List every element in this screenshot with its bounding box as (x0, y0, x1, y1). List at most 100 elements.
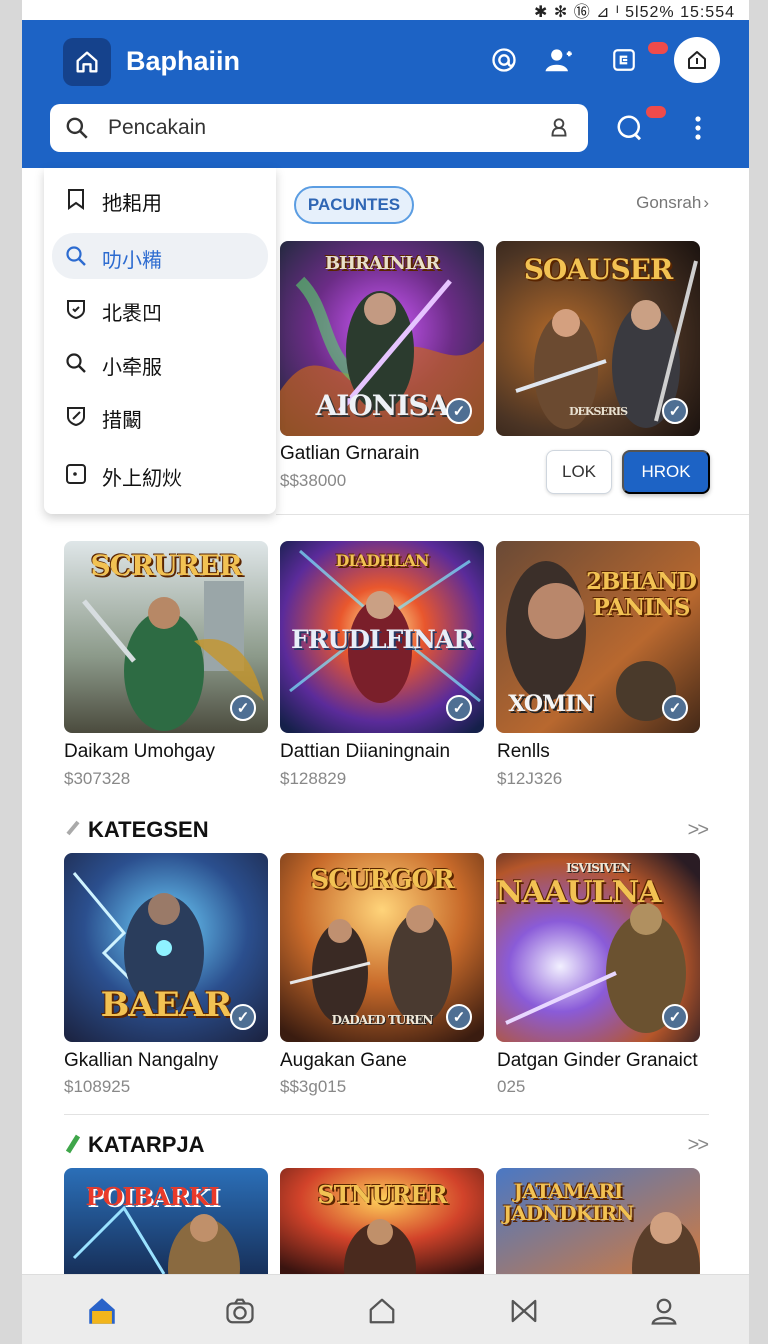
dropdown-item[interactable]: 外上糿炏 (52, 451, 268, 497)
game-card-image[interactable]: BHRAINIAR AIONISA ✓ (280, 241, 484, 436)
chat-icon[interactable] (614, 112, 646, 144)
see-all-link[interactable]: Gonsrah › (636, 193, 709, 213)
house-outline-icon (369, 1298, 395, 1324)
check-icon: ✓ (230, 695, 256, 721)
section-title: KATEGSEN (88, 817, 209, 842)
dropdown-item[interactable]: 北褁凹 (52, 286, 268, 332)
dropdown-label: 措闞 (102, 410, 142, 432)
game-card-image[interactable]: SCRURER ✓ (64, 541, 268, 733)
game-art-title: FRUDLFINAR (290, 625, 474, 654)
game-art-title: SOAUSER (523, 253, 674, 286)
check-icon: ✓ (446, 398, 472, 424)
hrok-button[interactable]: HROK (622, 450, 710, 494)
game-card-image[interactable]: ISVISIVEN NAAULNA ✓ (496, 853, 700, 1042)
game-title[interactable]: Renlls (497, 741, 550, 763)
game-price: $307328 (64, 769, 131, 788)
edit-icon (67, 407, 85, 427)
person-icon[interactable] (542, 44, 574, 76)
filter-pill[interactable]: PACUNTES (294, 186, 414, 224)
search-icon (64, 115, 90, 146)
game-art-title: STNURER (317, 1180, 447, 1209)
tag-icon (66, 820, 80, 836)
game-price: $128829 (280, 769, 347, 788)
dropdown-label: 北褁凹 (102, 303, 162, 325)
bookmark-icon (511, 1299, 537, 1323)
camera-icon (226, 1298, 254, 1324)
game-art-title: DIADHLAN (335, 551, 429, 570)
share-icon[interactable] (608, 44, 640, 76)
app-header: Baphaiin Pencakain (22, 20, 749, 168)
game-card-image[interactable]: 2BHAND PANINS XOMIN ✓ (496, 541, 700, 733)
voice-icon[interactable] (546, 115, 572, 146)
game-card-image[interactable]: JATAMARI JADNDKIRN (496, 1168, 700, 1274)
check-icon: ✓ (662, 695, 688, 721)
dropdown-item[interactable]: 措闞 (52, 393, 268, 439)
at-icon[interactable] (488, 44, 520, 76)
game-art-title: POIBARKI (85, 1182, 219, 1211)
check-icon: ✓ (446, 1004, 472, 1030)
search-input[interactable]: Pencakain (108, 116, 206, 140)
dropdown-item[interactable]: 扡耜用 (52, 176, 268, 222)
notification-badge (648, 42, 668, 54)
search-icon (66, 246, 86, 266)
check-icon: ✓ (230, 1004, 256, 1030)
clock-icon (66, 464, 86, 484)
category-dropdown: 扡耜用 叻小糒 北褁凹 小牵服 措闞 外上糿炏 (44, 168, 276, 514)
game-art-title: BHRAINIAR (324, 253, 440, 274)
game-card-image[interactable]: DIADHLAN FRUDLFINAR ✓ (280, 541, 484, 733)
dropdown-item-active[interactable]: 叻小糒 (52, 233, 268, 279)
game-card-image[interactable]: BAEAR ✓ (64, 853, 268, 1042)
shop-home-button[interactable] (674, 37, 720, 83)
game-price: $$3g015 (280, 1077, 347, 1096)
game-title[interactable]: Augakan Gane (280, 1050, 407, 1072)
game-card-image[interactable]: POIBARKI (64, 1168, 268, 1274)
dropdown-item[interactable]: 小牵服 (52, 340, 268, 386)
game-price: $12J326 (497, 769, 563, 788)
nav-house[interactable] (362, 1291, 402, 1331)
status-text: 5l52% 15:554 (625, 4, 735, 21)
game-price: $108925 (64, 1077, 131, 1096)
dropdown-label: 小牵服 (102, 357, 162, 379)
game-title[interactable]: Gkallian Nangalny (64, 1050, 218, 1072)
app-logo[interactable] (63, 38, 111, 86)
check-icon: ✓ (662, 398, 688, 424)
nav-home[interactable] (82, 1291, 122, 1331)
section-more-link[interactable]: >> (688, 819, 709, 842)
nav-camera[interactable] (220, 1291, 260, 1331)
game-art-title: SCURGOR (310, 865, 454, 895)
game-title[interactable]: Dattian Diianingnain (280, 741, 450, 763)
section-title: KATARPJA (88, 1132, 205, 1157)
nav-profile[interactable] (644, 1291, 684, 1331)
game-card-image[interactable]: SCURGOR DADAED TUREN ✓ (280, 853, 484, 1042)
game-art-subtitle: ISVISIVEN (566, 861, 631, 875)
game-price: 025 (497, 1077, 526, 1096)
status-bar: ✱ ✻ ⑯ ⊿ ᴵ 5l52% 15:554 (22, 0, 749, 21)
game-art-title: JATAMARI JADNDKIRN (502, 1179, 635, 1225)
shop-home-icon (688, 51, 706, 69)
search-bar[interactable]: Pencakain (50, 104, 588, 152)
game-art-title: 2BHAND PANINS (586, 568, 697, 621)
game-card-image[interactable]: STNURER (280, 1168, 484, 1274)
home-icon (89, 1298, 115, 1324)
section-more-link[interactable]: >> (688, 1134, 709, 1157)
home-icon (76, 51, 98, 73)
lok-button[interactable]: LOK (546, 450, 612, 494)
nav-bookmark[interactable] (504, 1291, 544, 1331)
dropdown-label: 外上糿炏 (102, 468, 182, 490)
game-art-title: NAAULNA (496, 875, 661, 910)
shield-icon (67, 300, 85, 320)
chevron-right-icon: › (703, 193, 709, 212)
leaf-icon (66, 1134, 80, 1154)
divider (276, 514, 749, 515)
game-title[interactable]: Datgan Ginder Granaict (497, 1050, 698, 1072)
app-title: Baphaiin (126, 46, 241, 76)
game-title[interactable]: Gatlian Grnarain (280, 443, 419, 465)
game-title[interactable]: Daikam Umohgay (64, 741, 215, 763)
game-art-title: SCRURER (90, 549, 242, 582)
dropdown-label: 扡耜用 (102, 193, 162, 215)
game-card-image[interactable]: SOAUSER DEKSERIS ✓ (496, 241, 700, 436)
search-icon (66, 353, 86, 373)
more-icon[interactable] (682, 112, 714, 144)
profile-icon (651, 1298, 677, 1325)
dropdown-label: 叻小糒 (102, 250, 162, 272)
